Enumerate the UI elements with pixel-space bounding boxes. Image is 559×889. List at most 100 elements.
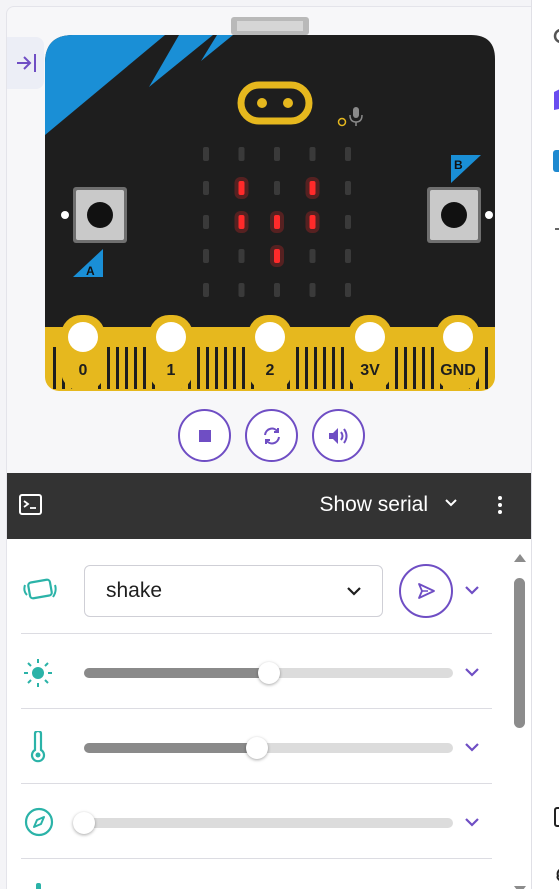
led-on[interactable] <box>274 249 280 263</box>
light-level-slider[interactable] <box>84 662 453 684</box>
light-level-thumb[interactable] <box>257 662 280 684</box>
scroll-up-icon[interactable] <box>513 552 527 564</box>
sensor-scrollbar[interactable] <box>511 552 528 889</box>
led-off[interactable] <box>345 283 351 297</box>
compass-heading-slider[interactable] <box>73 812 453 834</box>
edge-tooth <box>233 347 236 389</box>
chevron-down-icon[interactable] <box>444 496 458 510</box>
light-icon <box>24 659 52 687</box>
gesture-select[interactable]: shake <box>84 565 383 617</box>
expand-temperature-chevron-icon[interactable] <box>464 741 480 753</box>
pin-3v[interactable]: 3V <box>348 315 392 391</box>
edge-tooth <box>134 347 137 389</box>
edge-tooth <box>107 347 110 389</box>
pin-hole <box>156 322 186 352</box>
gesture-sensor-row: shake <box>21 539 492 634</box>
gear-icon[interactable] <box>552 148 559 174</box>
pin-2[interactable]: 2 <box>248 315 292 391</box>
led-off[interactable] <box>345 147 351 161</box>
pin-label: 3V <box>360 362 380 379</box>
expand-compass-chevron-icon[interactable] <box>464 816 480 828</box>
gem-icon[interactable] <box>552 88 559 112</box>
right-side-strip <box>531 0 559 889</box>
microbit-board[interactable]: A B 0 1 2 3V GND <box>45 17 499 395</box>
edge-tooth <box>413 347 416 389</box>
led-off[interactable] <box>345 215 351 229</box>
stop-button[interactable] <box>178 409 231 462</box>
light-level-fill <box>84 668 269 678</box>
edge-tooth <box>224 347 227 389</box>
scroll-down-icon[interactable] <box>513 884 527 889</box>
led-on[interactable] <box>238 215 245 229</box>
expand-light-chevron-icon[interactable] <box>464 666 480 678</box>
temperature-thumb[interactable] <box>246 737 269 759</box>
brace-icon[interactable] <box>552 866 559 889</box>
led-on[interactable] <box>309 181 316 195</box>
search-icon[interactable] <box>552 28 559 48</box>
simulator-controls <box>7 409 531 462</box>
edge-tooth <box>206 347 209 389</box>
led-off[interactable] <box>345 181 351 195</box>
temperature-fill <box>84 743 258 753</box>
serial-bar: Show serial <box>7 473 531 539</box>
led-off[interactable] <box>274 283 280 297</box>
led-off[interactable] <box>309 283 316 297</box>
edge-tooth <box>143 347 146 389</box>
led-off[interactable] <box>238 283 245 297</box>
expand-gesture-chevron-icon[interactable] <box>464 584 480 596</box>
edge-tooth <box>332 347 335 389</box>
show-serial-button[interactable]: Show serial <box>319 493 428 517</box>
led-off[interactable] <box>274 181 280 195</box>
led-on[interactable] <box>238 181 245 195</box>
led-off[interactable] <box>238 249 245 263</box>
temperature-sensor-row <box>21 709 492 784</box>
edge-tooth <box>323 347 326 389</box>
led-off[interactable] <box>274 147 280 161</box>
button-b-label: B <box>454 158 463 172</box>
led-on[interactable] <box>274 215 280 229</box>
led-off[interactable] <box>203 249 209 263</box>
pin-gnd[interactable]: GND <box>436 315 480 391</box>
square-outline-icon[interactable] <box>552 806 559 830</box>
terminal-icon[interactable] <box>19 494 43 516</box>
pin-0[interactable]: 0 <box>61 315 105 391</box>
compass-heading-thumb[interactable] <box>73 812 95 834</box>
thermometer-icon <box>30 731 46 763</box>
mute-button[interactable] <box>312 409 365 462</box>
led-off[interactable] <box>203 283 209 297</box>
volume-icon <box>328 427 347 444</box>
pin-hole <box>355 322 385 352</box>
led-off[interactable] <box>309 147 316 161</box>
edge-tooth <box>215 347 218 389</box>
led-off[interactable] <box>238 147 245 161</box>
collapse-simulator-button[interactable] <box>7 37 44 89</box>
edge-tooth <box>314 347 317 389</box>
led-off[interactable] <box>203 215 209 229</box>
edge-tooth <box>422 347 425 389</box>
led-off[interactable] <box>309 249 316 263</box>
led-off[interactable] <box>203 181 209 195</box>
temperature-slider[interactable] <box>84 737 453 759</box>
compass-icon <box>24 807 54 837</box>
edge-tooth <box>341 347 344 389</box>
edge-tooth <box>242 347 245 389</box>
send-gesture-button[interactable] <box>399 564 453 618</box>
more-vertical-icon[interactable] <box>496 494 504 516</box>
simulator-panel: A B 0 1 2 3V GND Show serial shake <box>6 6 531 889</box>
sensor-panel: shake <box>7 539 531 889</box>
gesture-icon <box>23 578 57 600</box>
scroll-thumb[interactable] <box>514 578 525 728</box>
pin-hole <box>443 322 473 352</box>
pin-label: GND <box>440 362 476 379</box>
restart-button[interactable] <box>245 409 298 462</box>
collapse-arrow-icon <box>16 54 36 72</box>
edge-tooth <box>404 347 407 389</box>
led-off[interactable] <box>345 249 351 263</box>
edge-tooth <box>296 347 299 389</box>
pin-1[interactable]: 1 <box>149 315 193 391</box>
led-on[interactable] <box>309 215 316 229</box>
light-sensor-row <box>21 634 492 709</box>
edge-tooth <box>116 347 119 389</box>
led-off[interactable] <box>203 147 209 161</box>
chevron-down-icon <box>347 587 361 596</box>
